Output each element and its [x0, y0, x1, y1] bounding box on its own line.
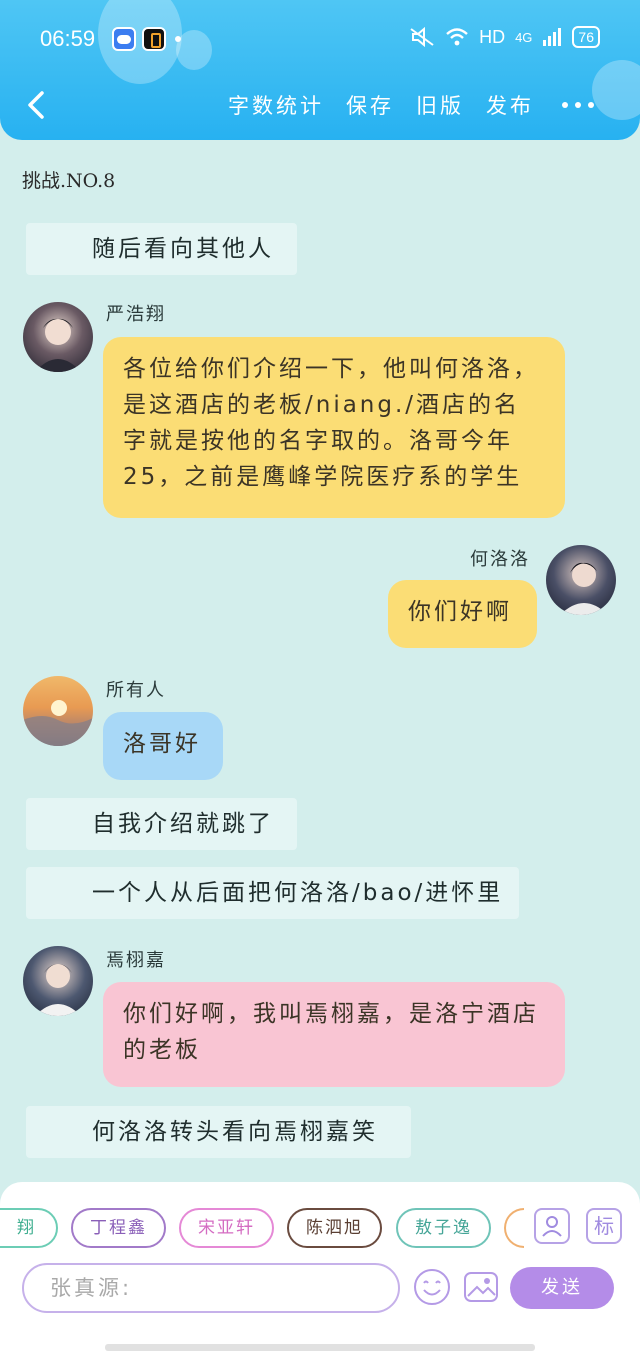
nav-actions: 字数统计 保存 旧版 发布	[228, 90, 534, 120]
character-chip[interactable]: 陈泗旭	[287, 1208, 382, 1248]
signal-icon	[543, 28, 562, 46]
chat-bubble[interactable]: 你们好啊	[388, 580, 537, 648]
person-avatar-icon	[35, 964, 81, 1016]
character-chip-partial[interactable]	[504, 1208, 524, 1248]
sender-name: 所有人	[106, 680, 166, 701]
character-chip[interactable]: 丁程鑫	[71, 1208, 166, 1248]
home-indicator	[105, 1344, 535, 1351]
sender-name: 焉栩嘉	[106, 950, 166, 971]
avatar-yan-xujia[interactable]	[23, 946, 93, 1016]
sender-name: 何洛洛	[470, 549, 530, 570]
more-options-icon[interactable]	[562, 102, 594, 108]
app-notification-icon	[142, 27, 166, 51]
narration-block[interactable]: 一个人从后面把何洛洛/bao/进怀里	[26, 867, 519, 919]
chat-bubble[interactable]: 各位给你们介绍一下，他叫何洛洛，是这酒店的老板/niang./酒店的名字就是按他…	[103, 337, 565, 518]
status-bar: 06:59 HD 4G 76	[0, 18, 640, 62]
navigation-bar: 字数统计 保存 旧版 发布	[0, 80, 640, 132]
narration-block[interactable]: 随后看向其他人	[26, 223, 297, 275]
status-indicators: HD 4G 76	[409, 26, 600, 48]
tag-button[interactable]: 标	[586, 1208, 622, 1244]
save-button[interactable]: 保存	[346, 90, 394, 120]
word-count-button[interactable]: 字数统计	[228, 90, 324, 120]
avatar-he-luoluo[interactable]	[546, 545, 616, 615]
network-type: HD	[479, 26, 506, 47]
person-avatar-icon	[35, 318, 81, 372]
composer-panel: 翔 丁程鑫 宋亚轩 陈泗旭 敖子逸 标 张真源: 发送	[0, 1182, 640, 1351]
top-header: 06:59 HD 4G 76 字数统计 保存 旧版 发布	[0, 0, 640, 140]
character-chip[interactable]: 翔	[0, 1208, 58, 1248]
character-chip[interactable]: 宋亚轩	[179, 1208, 274, 1248]
clock: 06:59	[40, 26, 96, 51]
old-version-button[interactable]: 旧版	[416, 90, 464, 120]
person-icon	[542, 1216, 562, 1237]
character-profile-icon[interactable]	[534, 1208, 570, 1244]
mute-icon	[410, 27, 434, 47]
image-icon[interactable]	[462, 1268, 500, 1306]
character-chip[interactable]: 敖子逸	[396, 1208, 491, 1248]
chat-bubble[interactable]: 洛哥好	[103, 712, 223, 780]
signal-label: 4G	[515, 29, 533, 45]
cloud-app-icon	[112, 27, 136, 51]
sender-name: 严浩翔	[106, 304, 166, 325]
sunset-avatar-icon	[23, 700, 93, 746]
person-avatar-icon	[560, 562, 608, 615]
battery-indicator: 76	[572, 26, 600, 48]
emoji-icon[interactable]	[413, 1268, 451, 1306]
page-title: 挑战.NO.8	[22, 170, 116, 192]
publish-button[interactable]: 发布	[486, 90, 534, 120]
wifi-icon	[446, 28, 468, 46]
back-arrow-icon[interactable]	[22, 90, 52, 120]
avatar-everyone[interactable]	[23, 676, 93, 746]
avatar-yan-haoxiang[interactable]	[23, 302, 93, 372]
narration-block[interactable]: 何洛洛转头看向焉栩嘉笑	[26, 1106, 411, 1158]
notification-dot-icon	[175, 36, 181, 42]
message-input[interactable]: 张真源:	[22, 1263, 400, 1313]
narration-block[interactable]: 自我介绍就跳了	[26, 798, 297, 850]
send-button[interactable]: 发送	[510, 1267, 614, 1309]
chat-bubble[interactable]: 你们好啊，我叫焉栩嘉，是洛宁酒店的老板	[103, 982, 565, 1087]
